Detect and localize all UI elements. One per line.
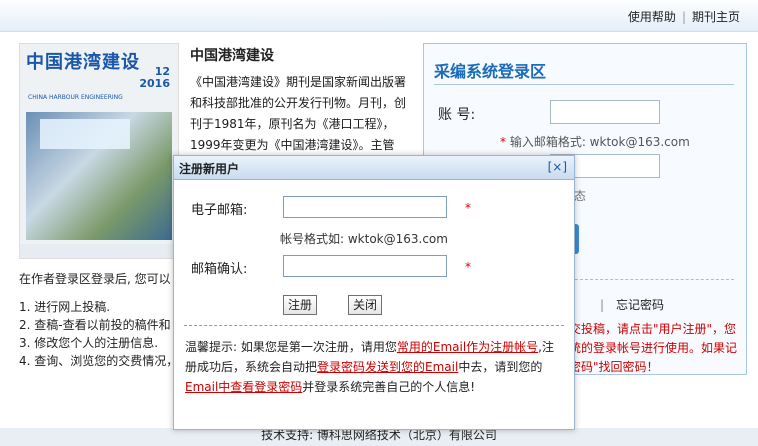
register-button[interactable]: 注册 — [283, 295, 318, 315]
account-input[interactable] — [550, 100, 660, 124]
forgot-separator: | — [600, 298, 605, 312]
account-label: 账 号: — [438, 107, 476, 123]
author-area-intro: 在作者登录区登录后, 您可以 — [19, 272, 171, 286]
cover-year: 2016 — [139, 77, 170, 90]
top-links: 使用帮助 | 期刊主页 — [628, 8, 740, 25]
register-dialog: 注册新用户 [×] 电子邮箱: * 帐号格式如: wktok@163.com 邮… — [173, 155, 575, 430]
help-link[interactable]: 使用帮助 — [628, 10, 676, 24]
cover-english-title: CHINA HARBOUR ENGINEERING — [28, 94, 123, 101]
tip-text: 并登录系统完善自己的个人信息! — [302, 380, 476, 394]
tip-highlight: 常用的Email作为注册帐号 — [396, 340, 539, 354]
registration-tip: 温馨提示: 如果您是第一次注册，请用您常用的Email作为注册帐号,注册成功后，… — [185, 337, 565, 397]
cover-text-box — [40, 119, 130, 149]
email-required-mark: * — [465, 201, 471, 215]
list-item: 1. 进行网上投稿. — [19, 300, 111, 314]
login-title: 采编系统登录区 — [434, 62, 547, 81]
forgot-area: | 忘记密码 — [600, 296, 664, 313]
journal-home-link[interactable]: 期刊主页 — [692, 10, 740, 24]
confirm-email-input[interactable] — [283, 255, 447, 277]
journal-title: 中国港湾建设 — [190, 48, 274, 64]
link-separator: | — [681, 10, 686, 24]
email-format-hint: 帐号格式如: wktok@163.com — [280, 232, 448, 246]
tip-highlight: Email中查看登录密码 — [185, 380, 303, 394]
dialog-title: 注册新用户 — [179, 162, 240, 176]
dialog-close-button[interactable]: [×] — [548, 160, 567, 174]
list-item: 3. 修改您个人的注册信息. — [19, 336, 159, 350]
account-hint-text: 输入邮箱格式: wktok@163.com — [509, 135, 690, 149]
email-input[interactable] — [283, 196, 447, 218]
list-item: 2. 查稿-查看以前投的稿件和 — [19, 318, 171, 332]
login-title-divider — [434, 84, 734, 85]
close-button[interactable]: 关闭 — [348, 295, 383, 315]
email-label: 电子邮箱: — [191, 203, 248, 218]
cover-issue: 12 2016 — [139, 66, 170, 90]
dialog-divider — [184, 325, 564, 326]
top-bar: 使用帮助 | 期刊主页 — [0, 0, 758, 32]
cover-footer — [20, 244, 178, 258]
forgot-password-link[interactable]: 忘记密码 — [616, 298, 664, 312]
journal-description: 《中国港湾建设》期刊是国家新闻出版署和科技部批准的公开发行刊物。月刊，创刊于19… — [190, 75, 406, 152]
account-hint: * 输入邮箱格式: wktok@163.com — [500, 133, 690, 150]
journal-cover-image: 中国港湾建设 12 2016 CHINA HARBOUR ENGINEERING — [19, 43, 179, 259]
status-fragment: 态 — [574, 189, 587, 203]
dialog-header: 注册新用户 [×] — [174, 156, 574, 180]
confirm-required-mark: * — [465, 260, 471, 274]
footer: 技术支持: 博科思网络技术（北京）有限公司 — [0, 428, 758, 446]
hint-required-mark: * — [500, 135, 506, 149]
tip-highlight: 登录密码发送到您的Email — [317, 360, 459, 374]
list-item: 4. 查询、浏览您的交费情况， — [19, 354, 179, 368]
confirm-email-label: 邮箱确认: — [191, 262, 248, 277]
author-feature-list: 1. 进行网上投稿. 2. 查稿-查看以前投的稿件和 3. 修改您个人的注册信息… — [19, 298, 178, 370]
login-notice: 交投稿，请点击"用户注册"，您统的登录帐号进行使用。如果记密码"找回密码！ — [569, 322, 738, 374]
cover-title: 中国港湾建设 — [26, 52, 140, 73]
tip-text: 中去，请到您的 — [458, 360, 543, 374]
tip-text: 温馨提示: 如果您是第一次注册，请用您 — [185, 340, 397, 354]
